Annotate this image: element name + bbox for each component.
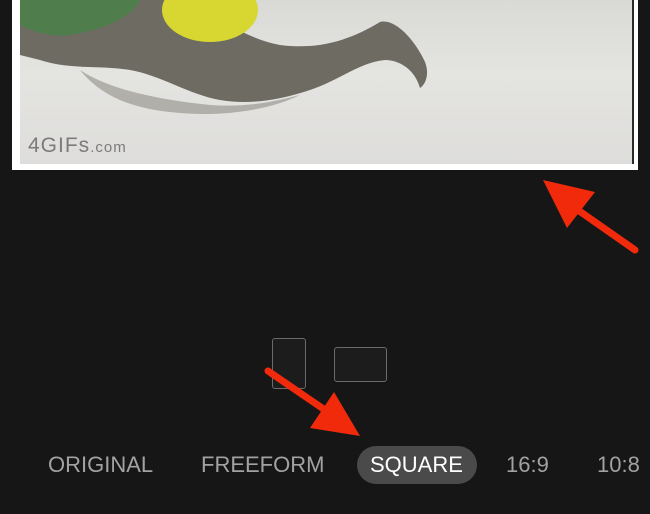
arrow-icon-crop-corner (543, 180, 639, 254)
photo-preview[interactable]: 4GIFs.com (20, 0, 634, 164)
ratio-original[interactable]: ORIGINAL (48, 446, 153, 484)
crop-handle-bottom-right[interactable] (634, 140, 638, 170)
ratio-16-9[interactable]: 16:9 (506, 446, 549, 484)
crop-handle-bottom-left[interactable] (12, 140, 16, 170)
portrait-aspect-icon[interactable] (272, 338, 306, 389)
ratio-10-8[interactable]: 10:8 (597, 446, 640, 484)
aspect-ratio-bar: ORIGINAL FREEFORM SQUARE 16:9 10:8 (0, 446, 650, 484)
photo-watermark: 4GIFs.com (28, 134, 127, 157)
ratio-freeform[interactable]: FREEFORM (201, 446, 324, 484)
crop-frame[interactable]: 4GIFs.com (12, 0, 638, 170)
ratio-square[interactable]: SQUARE (357, 446, 477, 484)
landscape-aspect-icon[interactable] (334, 347, 387, 382)
